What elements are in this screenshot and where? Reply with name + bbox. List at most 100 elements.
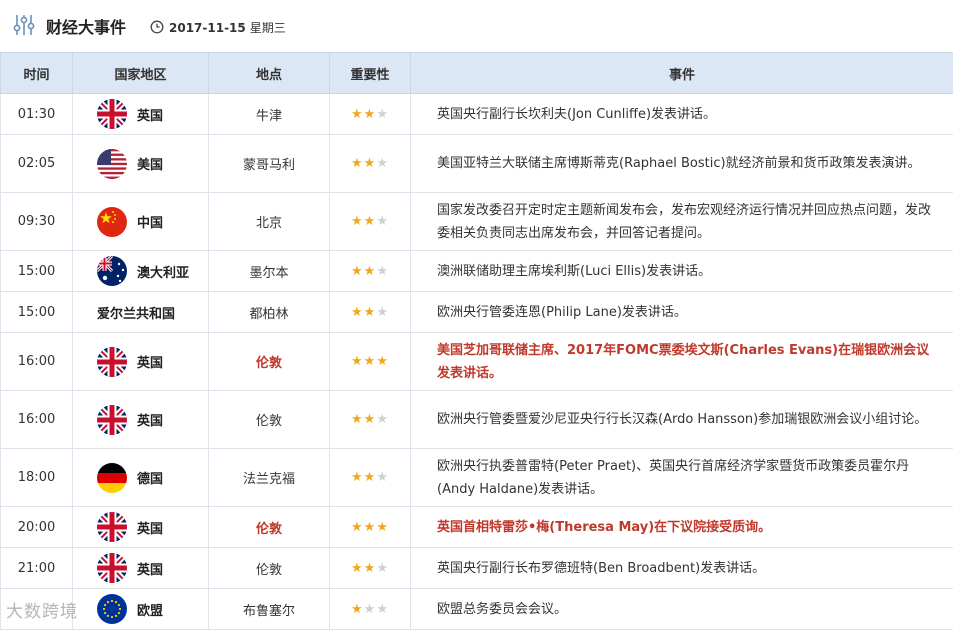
country-cell: 英国 [73, 507, 209, 548]
star-filled-icon: ★★ [351, 412, 376, 427]
country-cell: 德国 [73, 449, 209, 507]
column-header-place: 地点 [209, 53, 330, 94]
importance-stars: ★★★ [330, 333, 411, 391]
country-name: 中国 [137, 212, 163, 231]
column-header-time: 时间 [1, 53, 73, 94]
country-cell: 欧盟 [73, 589, 209, 630]
table-row[interactable]: 21:00英国伦敦★★★英国央行副行长布罗德班特(Ben Broadbent)发… [1, 548, 953, 589]
event-cell: 欧洲央行管委连恩(Philip Lane)发表讲话。 [411, 292, 953, 333]
table-row[interactable]: 20:00 英国 伦敦 ★★★ 英国首相特雷莎•梅(Theresa May)在下议院接受… [1, 507, 953, 548]
place-cell: 布鲁塞尔 [209, 589, 330, 630]
place-cell: 伦敦 [209, 333, 330, 391]
place-cell: 伦敦 [209, 507, 330, 548]
event-cell: 欧洲央行执委普雷特(Peter Praet)、英国央行首席经济学家暨货币政策委员… [411, 449, 953, 507]
importance-stars: ★★★ [330, 507, 411, 548]
star-empty-icon: ★ [376, 412, 389, 427]
event-cell: 欧洲央行管委暨爱沙尼亚央行行长汉森(Ardo Hansson)参加瑞银欧洲会议小… [411, 391, 953, 449]
time-cell: 16:00 [1, 391, 73, 449]
clock-icon [150, 19, 164, 33]
country-cell: 澳大利亚 [73, 251, 209, 292]
country-name: 美国 [137, 154, 163, 173]
column-header-event: 事件 [411, 53, 953, 94]
importance-stars: ★★★ [330, 449, 411, 507]
country-name: 英国 [137, 559, 163, 578]
place-cell: 蒙哥马利 [209, 135, 330, 193]
star-filled-icon: ★★ [351, 470, 376, 485]
settings-sliders-icon[interactable] [11, 12, 37, 38]
event-cell: 英国央行副行长坎利夫(Jon Cunliffe)发表讲话。 [411, 94, 953, 135]
table-row[interactable]: 01:30 英国 牛津★★★英国央行副行长坎利夫(Jon Cunliffe)发表讲话… [1, 94, 953, 135]
uk-flag-icon [97, 405, 127, 435]
star-filled-icon: ★ [351, 602, 364, 617]
germany-flag-icon [97, 463, 127, 493]
eu-flag-icon [97, 594, 127, 624]
time-cell: 02:05 [1, 135, 73, 193]
table-row[interactable]: 09:30 中国 北京★★★国家发改委召开定时定主题新闻发布会，发布宏观经济运行情况… [1, 193, 953, 251]
country-cell: 爱尔兰共和国 [73, 292, 209, 333]
china-flag-icon [97, 207, 127, 237]
column-header-importance: 重要性 [330, 53, 411, 94]
country-cell: 英国 [73, 391, 209, 449]
time-cell: 18:00 [1, 449, 73, 507]
time-cell: 20:00 [1, 507, 73, 548]
time-cell: 15:00 [1, 251, 73, 292]
table-row[interactable]: 18:00 德国 法兰克福★★★欧洲央行执委普雷特(Peter Praet)、英国央… [1, 449, 953, 507]
star-filled-icon: ★★ [351, 561, 376, 576]
time-cell: 01:30 [1, 94, 73, 135]
star-filled-icon: ★★ [351, 305, 376, 320]
importance-stars: ★★★ [330, 193, 411, 251]
table-row[interactable]: 15:00爱尔兰共和国都柏林★★★欧洲央行管委连恩(Philip Lane)发表… [1, 292, 953, 333]
place-cell: 伦敦 [209, 391, 330, 449]
star-empty-icon: ★ [376, 305, 389, 320]
us-flag-icon [97, 149, 127, 179]
country-name: 英国 [137, 518, 163, 537]
country-cell: 英国 [73, 333, 209, 391]
event-cell: 澳洲联储助理主席埃利斯(Luci Ellis)发表讲话。 [411, 251, 953, 292]
country-name: 澳大利亚 [137, 262, 189, 281]
place-cell: 北京 [209, 193, 330, 251]
importance-stars: ★★★ [330, 391, 411, 449]
column-header-country: 国家地区 [73, 53, 209, 94]
country-name: 德国 [137, 468, 163, 487]
place-cell: 墨尔本 [209, 251, 330, 292]
table-row[interactable]: 15:00 澳大利亚 墨尔本★★★澳洲联储助理主席埃利斯(Luci Ellis)发表… [1, 251, 953, 292]
place-cell: 牛津 [209, 94, 330, 135]
uk-flag-icon [97, 99, 127, 129]
place-cell: 都柏林 [209, 292, 330, 333]
australia-flag-icon [97, 256, 127, 286]
star-empty-icon: ★ [376, 264, 389, 279]
star-empty-icon: ★ [376, 156, 389, 171]
time-cell: 09:30 [1, 193, 73, 251]
event-cell: 欧盟总务委员会会议。 [411, 589, 953, 630]
uk-flag-icon [97, 512, 127, 542]
country-cell: 中国 [73, 193, 209, 251]
importance-stars: ★★★ [330, 589, 411, 630]
date-value: 2017-11-15 [169, 21, 246, 35]
importance-stars: ★★★ [330, 251, 411, 292]
place-cell: 法兰克福 [209, 449, 330, 507]
table-row[interactable]: 16:00英国伦敦★★★美国芝加哥联储主席、2017年FOMC票委埃文斯(Cha… [1, 333, 953, 391]
table-row[interactable]: 欧盟布鲁塞尔★★★欧盟总务委员会会议。 [1, 589, 953, 630]
country-cell: 英国 [73, 94, 209, 135]
uk-flag-icon [97, 347, 127, 377]
uk-flag-icon [97, 553, 127, 583]
country-cell: 英国 [73, 548, 209, 589]
place-cell: 伦敦 [209, 548, 330, 589]
importance-stars: ★★★ [330, 292, 411, 333]
star-empty-icon: ★ [376, 561, 389, 576]
time-cell: 16:00 [1, 333, 73, 391]
country-name: 英国 [137, 105, 163, 124]
star-filled-icon: ★★ [351, 156, 376, 171]
star-filled-icon: ★★★ [351, 520, 389, 535]
header-date: 2017-11-15星期三 [169, 19, 286, 36]
importance-stars: ★★★ [330, 135, 411, 193]
table-body: 01:30英国牛津★★★英国央行副行长坎利夫(Jon Cunliffe)发表讲话… [1, 94, 953, 630]
event-cell: 英国首相特雷莎•梅(Theresa May)在下议院接受质询。 [411, 507, 953, 548]
star-filled-icon: ★★ [351, 107, 376, 122]
importance-stars: ★★★ [330, 94, 411, 135]
event-cell: 美国亚特兰大联储主席博斯蒂克(Raphael Bostic)就经济前景和货币政策… [411, 135, 953, 193]
event-cell: 国家发改委召开定时定主题新闻发布会，发布宏观经济运行情况并回应热点问题，发改委相… [411, 193, 953, 251]
table-row[interactable]: 02:05美国蒙哥马利★★★美国亚特兰大联储主席博斯蒂克(Raphael Bos… [1, 135, 953, 193]
page-header: 财经大事件 2017-11-15星期三 [0, 0, 953, 52]
table-row[interactable]: 16:00英国伦敦★★★欧洲央行管委暨爱沙尼亚央行行长汉森(Ardo Hanss… [1, 391, 953, 449]
